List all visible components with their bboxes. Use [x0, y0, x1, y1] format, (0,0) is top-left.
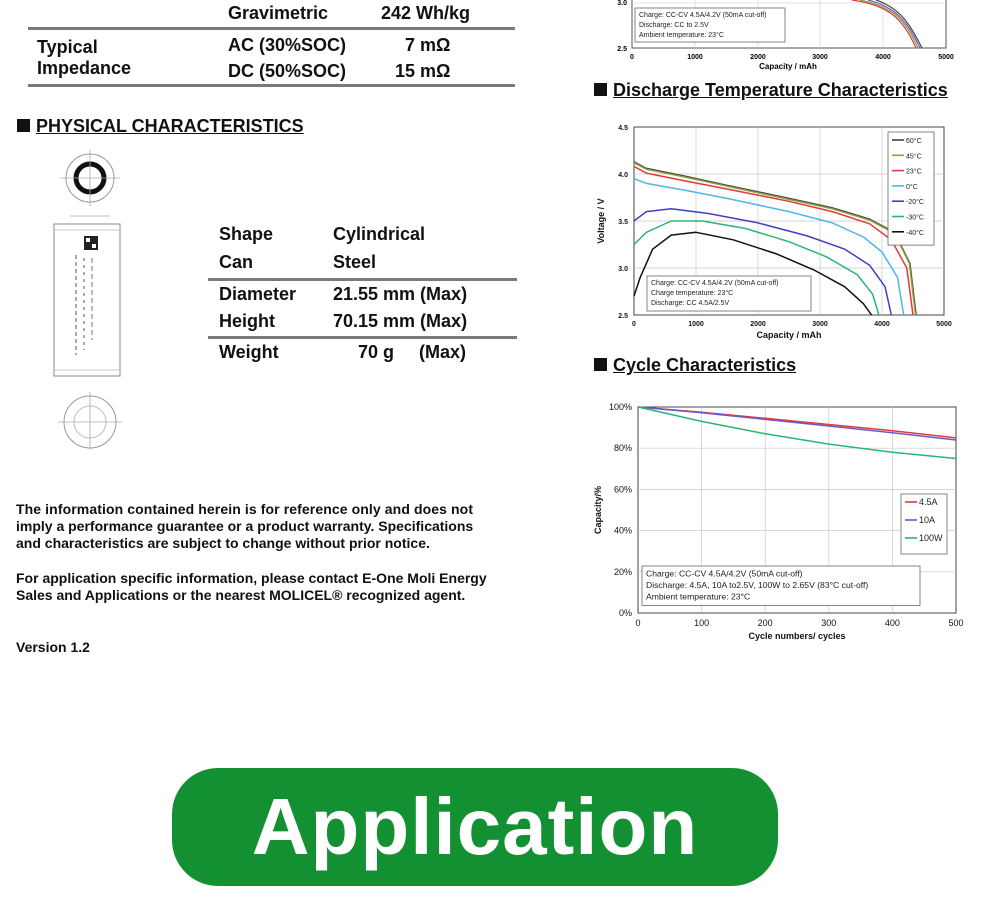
x-tick-label: 500: [948, 618, 963, 628]
y-tick-label: 60%: [614, 484, 632, 494]
y-tick-label: 4.0: [618, 172, 628, 179]
discharge-temp-title-text: Discharge Temperature Characteristics: [613, 80, 948, 100]
x-tick-label: 3000: [812, 54, 828, 61]
disclaimer-paragraph: The information contained herein is for …: [16, 501, 546, 552]
chart-note: Charge: CC-CV 4.5A/4.2V (50mA cut-off): [651, 280, 778, 287]
cell-drawing: [53, 150, 122, 450]
x-tick-label: 0: [632, 321, 636, 328]
diameter-value: 21.55 mm (Max): [333, 284, 468, 304]
impedance-label-line1: Typical: [37, 37, 98, 57]
cycle-chart: 0 100 200 300 400 500 100% 80% 60% 40% 20% 0% Cycle …: [593, 402, 964, 641]
x-axis-label: Cycle numbers/ cycles: [748, 631, 845, 641]
chart-note: Discharge: 4.5A, 10A to2.5V, 100W to 2.6…: [646, 580, 868, 590]
legend-label: 0°C: [906, 183, 918, 191]
x-tick-label: 4000: [874, 321, 890, 328]
chart-note: Charge temperature: 23°C: [651, 289, 733, 297]
legend-label: 100W: [919, 533, 943, 543]
disclaimer-line: The information contained herein is for …: [16, 501, 474, 517]
chart-note: Discharge: CC 4.5A/2.5V: [651, 300, 730, 307]
table-divider: [208, 278, 517, 281]
dc-impedance-value: 15 mΩ: [395, 61, 451, 81]
x-tick-label: 2000: [750, 54, 766, 61]
gravimetric-value: 242 Wh/kg: [381, 3, 471, 23]
can-value: Steel: [333, 252, 377, 272]
cycle-title-text: Cycle Characteristics: [613, 355, 797, 375]
version-label: Version 1.2: [16, 639, 90, 655]
ac-impedance-label: AC (30%SOC): [228, 35, 347, 55]
x-tick-label: 0: [630, 54, 634, 61]
contact-line: Sales and Applications or the nearest MO…: [16, 587, 466, 603]
legend-label: -30°C: [906, 214, 924, 222]
bullet-square-icon: [594, 358, 607, 371]
x-tick-label: 1000: [688, 321, 704, 328]
chart-note: Charge: CC-CV 4.5A/4.2V (50mA cut-off): [646, 569, 803, 579]
contact-paragraph: For application specific information, pl…: [16, 570, 546, 604]
height-value: 70.15 mm (Max): [333, 311, 468, 331]
legend-label: -20°C: [906, 198, 924, 206]
y-tick-label: 2.5: [618, 313, 628, 320]
y-tick-label: 40%: [614, 526, 632, 536]
physical-section-title: PHYSICAL CHARACTERISTICS: [17, 116, 304, 137]
y-tick-label: 2.5: [617, 46, 627, 53]
legend-label: 23°C: [906, 168, 922, 176]
y-axis-label: Voltage / V: [596, 198, 606, 243]
x-tick-label: 3000: [812, 321, 828, 328]
chart-note: Ambient temperature: 23°C: [646, 592, 750, 602]
diameter-label: Diameter: [219, 284, 297, 304]
legend-label: 10A: [919, 515, 935, 525]
y-tick-label: 3.5: [618, 219, 628, 226]
gravimetric-label: Gravimetric: [228, 3, 329, 23]
y-tick-label: 3.0: [618, 266, 628, 273]
y-tick-label: 0%: [619, 608, 632, 618]
legend-label: 45°C: [906, 152, 922, 160]
ac-impedance-value: 7 mΩ: [405, 35, 451, 55]
shape-label: Shape: [219, 224, 274, 244]
top-chart-note: Charge: CC-CV 4.5A/4.2V (50mA cut-off): [639, 12, 766, 19]
y-tick-label: 4.5: [618, 125, 628, 132]
legend-label: 4.5A: [919, 497, 938, 507]
x-tick-label: 4000: [875, 54, 891, 61]
x-tick-label: 100: [694, 618, 709, 628]
disclaimer-line: imply a performance guarantee or a produ…: [16, 518, 474, 534]
physical-title-text: PHYSICAL CHARACTERISTICS: [36, 116, 304, 136]
cycle-title: Cycle Characteristics: [594, 355, 796, 376]
height-label: Height: [219, 311, 275, 331]
y-tick-label: 80%: [614, 443, 632, 453]
discharge-temp-title: Discharge Temperature Characteristics: [594, 80, 948, 101]
shape-value: Cylindrical: [333, 224, 426, 244]
x-tick-label: 2000: [750, 321, 766, 328]
y-tick-label: 20%: [614, 567, 632, 577]
dc-impedance-label: DC (50%SOC): [228, 61, 347, 81]
x-axis-label: Capacity / mAh: [759, 62, 817, 71]
top-chart-note: Discharge: CC to 2.5V: [639, 22, 709, 29]
legend-label: 60°C: [906, 137, 922, 145]
weight-label: Weight: [219, 342, 279, 362]
can-label: Can: [219, 252, 254, 272]
bullet-square-icon: [17, 119, 30, 132]
x-tick-label: 5000: [938, 54, 954, 61]
application-button[interactable]: Application: [172, 768, 778, 886]
x-tick-label: 1000: [687, 54, 703, 61]
weight-value: 70 g (Max): [358, 342, 467, 362]
y-axis-label: Capacity/%: [593, 486, 603, 534]
legend-label: -40°C: [906, 229, 924, 237]
x-tick-label: 200: [758, 618, 773, 628]
x-tick-label: 5000: [936, 321, 952, 328]
x-tick-label: 300: [821, 618, 836, 628]
y-tick-label: 100%: [609, 402, 632, 412]
bullet-square-icon: [594, 83, 607, 96]
top-chart-note: Ambient temperature: 23°C: [639, 31, 724, 39]
x-axis-label: Capacity / mAh: [756, 330, 821, 340]
table-divider: [28, 27, 515, 30]
discharge-temp-chart: 0 1000 2000 3000 4000 5000 4.5 4.0 3.5 3.0 2.5 Capa…: [596, 125, 952, 340]
table-divider: [28, 84, 515, 87]
impedance-label-line2: Impedance: [37, 58, 132, 78]
table-divider: [208, 336, 517, 339]
top-partial-chart: Charge: CC-CV 4.5A/4.2V (50mA cut-off) D…: [617, 0, 954, 71]
x-tick-label: 0: [635, 618, 640, 628]
y-tick-label: 3.0: [617, 0, 627, 7]
contact-line: For application specific information, pl…: [16, 570, 487, 586]
disclaimer-line: and characteristics are subject to chang…: [16, 535, 430, 551]
x-tick-label: 400: [885, 618, 900, 628]
